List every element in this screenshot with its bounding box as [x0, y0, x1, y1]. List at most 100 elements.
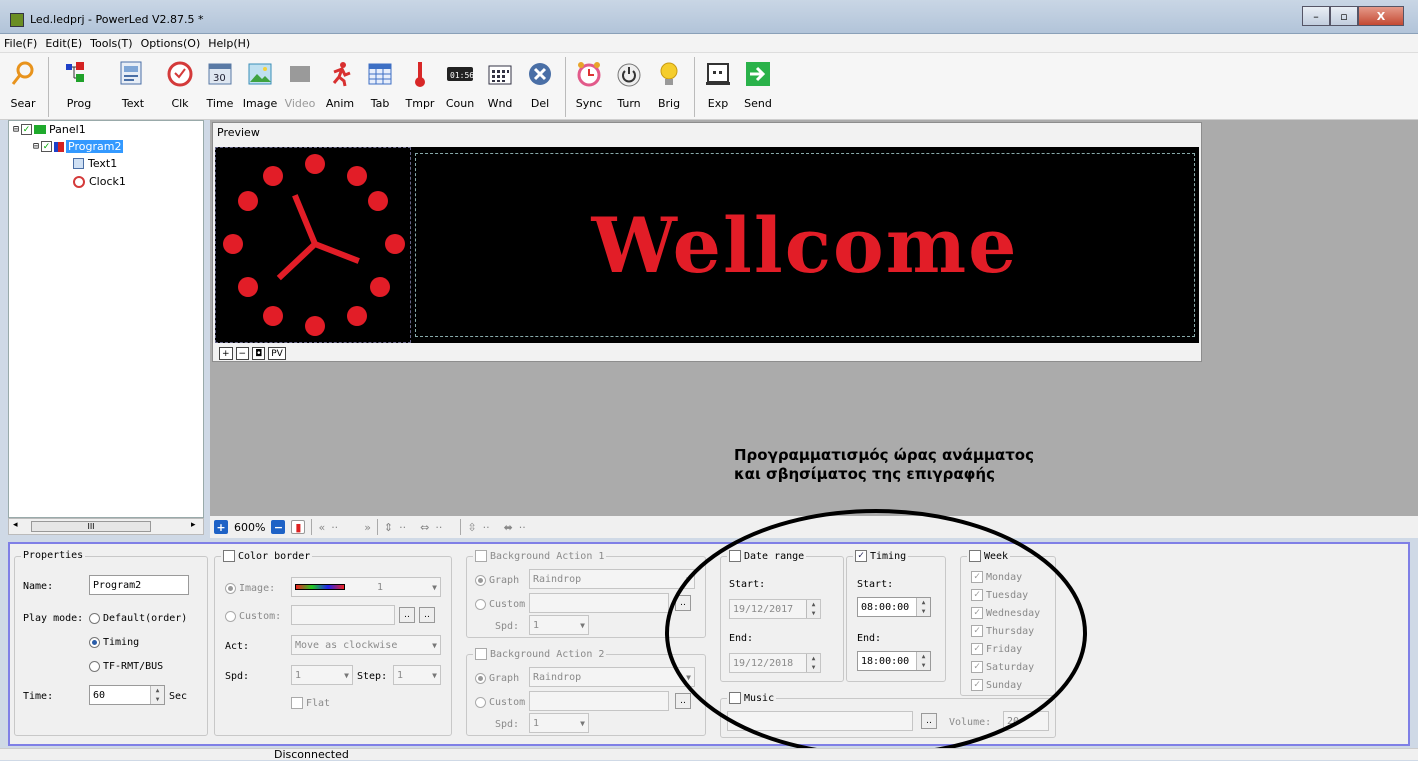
scroll-right-icon[interactable]: ▸: [191, 520, 196, 530]
horizontal-stretch-dots: ··: [518, 520, 526, 534]
zoom-in-button[interactable]: +: [219, 347, 233, 360]
menu-help[interactable]: Help(H): [204, 37, 254, 50]
zoom-level: 600%: [234, 520, 266, 534]
tree-horizontal-scrollbar[interactable]: ◂ III ▸: [8, 518, 204, 535]
speed-label: Spd:: [225, 671, 250, 682]
running-figure-icon: [325, 59, 355, 89]
minimize-button[interactable]: –: [1302, 6, 1330, 26]
clock-hands: [276, 194, 360, 281]
bg2-custom-input[interactable]: [529, 691, 669, 711]
image-button[interactable]: Image: [241, 53, 279, 110]
vertical-stretch-icon[interactable]: ⇳: [467, 521, 476, 534]
time-input[interactable]: 60 ▲ ▼: [89, 685, 165, 705]
video-button[interactable]: Video: [281, 53, 319, 110]
scroll-left-icon[interactable]: ◂: [13, 520, 18, 530]
clock-area[interactable]: [215, 147, 411, 343]
temperature-button[interactable]: Tmpr: [401, 53, 439, 110]
menu-bar: File(F) Edit(E) Tools(T) Options(O) Help…: [0, 34, 1418, 53]
pv-button[interactable]: PV: [268, 347, 286, 360]
mode-timing-radio[interactable]: Timing: [89, 637, 139, 648]
tree-node-clock[interactable]: Clock1: [73, 174, 126, 189]
program-icon: [64, 59, 94, 89]
table-button[interactable]: Tab: [361, 53, 399, 110]
custom-browse-button[interactable]: ..: [399, 607, 415, 623]
bg1-speed-select[interactable]: 1 ▼: [529, 615, 589, 635]
sync-button[interactable]: Sync: [570, 53, 608, 110]
export-button[interactable]: Exp: [699, 53, 737, 110]
title-bar: Led.ledprj - PowerLed V2.87.5 * – ▫ X: [0, 0, 1418, 34]
window-controls: – ▫ X: [1302, 6, 1404, 26]
connection-status: Disconnected: [274, 748, 349, 761]
export-device-icon: [703, 59, 733, 89]
delete-button[interactable]: Del: [521, 53, 559, 110]
send-button[interactable]: Send: [739, 53, 777, 110]
menu-edit[interactable]: Edit(E): [41, 37, 86, 50]
tree-node-panel[interactable]: ⊟ ✓ Panel1: [13, 122, 86, 137]
bg2-speed-select[interactable]: 1 ▼: [529, 713, 589, 733]
act-select[interactable]: Move as clockwise ▼: [291, 635, 441, 655]
horizontal-stretch-icon[interactable]: ⬌: [504, 521, 513, 534]
speed-select[interactable]: 1 ▼: [291, 665, 353, 685]
color-border-title[interactable]: Color border: [221, 550, 313, 562]
time-button[interactable]: 30 Time: [201, 53, 239, 110]
text-area[interactable]: Wellcome: [415, 153, 1195, 337]
clock-button[interactable]: Clk: [161, 53, 199, 110]
maximize-button[interactable]: ▫: [1330, 6, 1358, 26]
menu-tools[interactable]: Tools(T): [86, 37, 136, 50]
bg1-graph-radio[interactable]: Graph: [475, 575, 519, 586]
program-icon: [54, 141, 65, 152]
program-checkbox[interactable]: ✓: [41, 141, 53, 152]
fit-button[interactable]: ◘: [252, 347, 266, 360]
image-select[interactable]: 1 ▼: [291, 577, 441, 597]
color-border-group: Color border Image: 1 ▼ Custom: .. .. Ac…: [214, 550, 452, 736]
program-button[interactable]: Prog: [53, 53, 105, 110]
name-input[interactable]: Program2: [89, 575, 189, 595]
first-frame-icon[interactable]: «: [318, 521, 325, 534]
collapse-icon[interactable]: ⊟: [13, 124, 19, 135]
time-spinner[interactable]: ▲ ▼: [150, 686, 164, 704]
zoom-plus-icon[interactable]: +: [214, 520, 228, 534]
clock-face: [223, 154, 405, 336]
bg2-graph-radio[interactable]: Graph: [475, 673, 519, 684]
collapse-icon[interactable]: ⊟: [33, 141, 39, 152]
tree-node-program[interactable]: ⊟ ✓ Program2: [33, 139, 124, 154]
horizontal-align-dots: ··: [435, 520, 443, 534]
close-button[interactable]: X: [1358, 6, 1404, 26]
text-button[interactable]: Text: [107, 53, 159, 110]
horizontal-align-icon[interactable]: ⇔: [420, 521, 429, 534]
bg1-custom-radio[interactable]: Custom: [475, 599, 525, 610]
menu-file[interactable]: File(F): [0, 37, 41, 50]
search-button[interactable]: Sear: [4, 53, 42, 110]
bg2-custom-radio[interactable]: Custom: [475, 697, 525, 708]
bg-action-2-title[interactable]: Background Action 2: [473, 648, 607, 660]
text-icon: [118, 59, 148, 89]
last-frame-icon[interactable]: »: [364, 521, 371, 534]
time-unit: Sec: [169, 691, 188, 702]
menu-options[interactable]: Options(O): [137, 37, 205, 50]
vertical-align-icon[interactable]: ⇕: [384, 521, 393, 534]
zoom-minus-icon[interactable]: −: [271, 520, 286, 534]
window-button[interactable]: Wnd: [481, 53, 519, 110]
flat-checkbox[interactable]: Flat: [291, 697, 330, 709]
stop-icon[interactable]: ▮: [291, 520, 306, 534]
mode-default-radio[interactable]: Default(order): [89, 613, 187, 624]
brightness-button[interactable]: Brig: [650, 53, 688, 110]
counter-button[interactable]: 01:56 Coun: [441, 53, 479, 110]
table-icon: [365, 59, 395, 89]
image-radio[interactable]: Image:: [225, 583, 275, 594]
panel-checkbox[interactable]: ✓: [21, 124, 33, 135]
scroll-thumb[interactable]: III: [31, 521, 151, 532]
custom-path-input[interactable]: [291, 605, 395, 625]
zoom-out-button[interactable]: −: [235, 347, 250, 360]
custom-radio[interactable]: Custom:: [225, 611, 281, 622]
turn-button[interactable]: Turn: [610, 53, 648, 110]
mode-tf-radio[interactable]: TF-RMT/BUS: [89, 661, 163, 672]
tree-node-text[interactable]: Text1: [73, 156, 117, 171]
act-label: Act:: [225, 641, 250, 652]
bg-action-1-title[interactable]: Background Action 1: [473, 550, 607, 562]
bg1-custom-input[interactable]: [529, 593, 669, 613]
app-icon: [10, 13, 24, 27]
custom-browse-button-2[interactable]: ..: [419, 607, 435, 623]
animation-button[interactable]: Anim: [321, 53, 359, 110]
step-select[interactable]: 1 ▼: [393, 665, 441, 685]
